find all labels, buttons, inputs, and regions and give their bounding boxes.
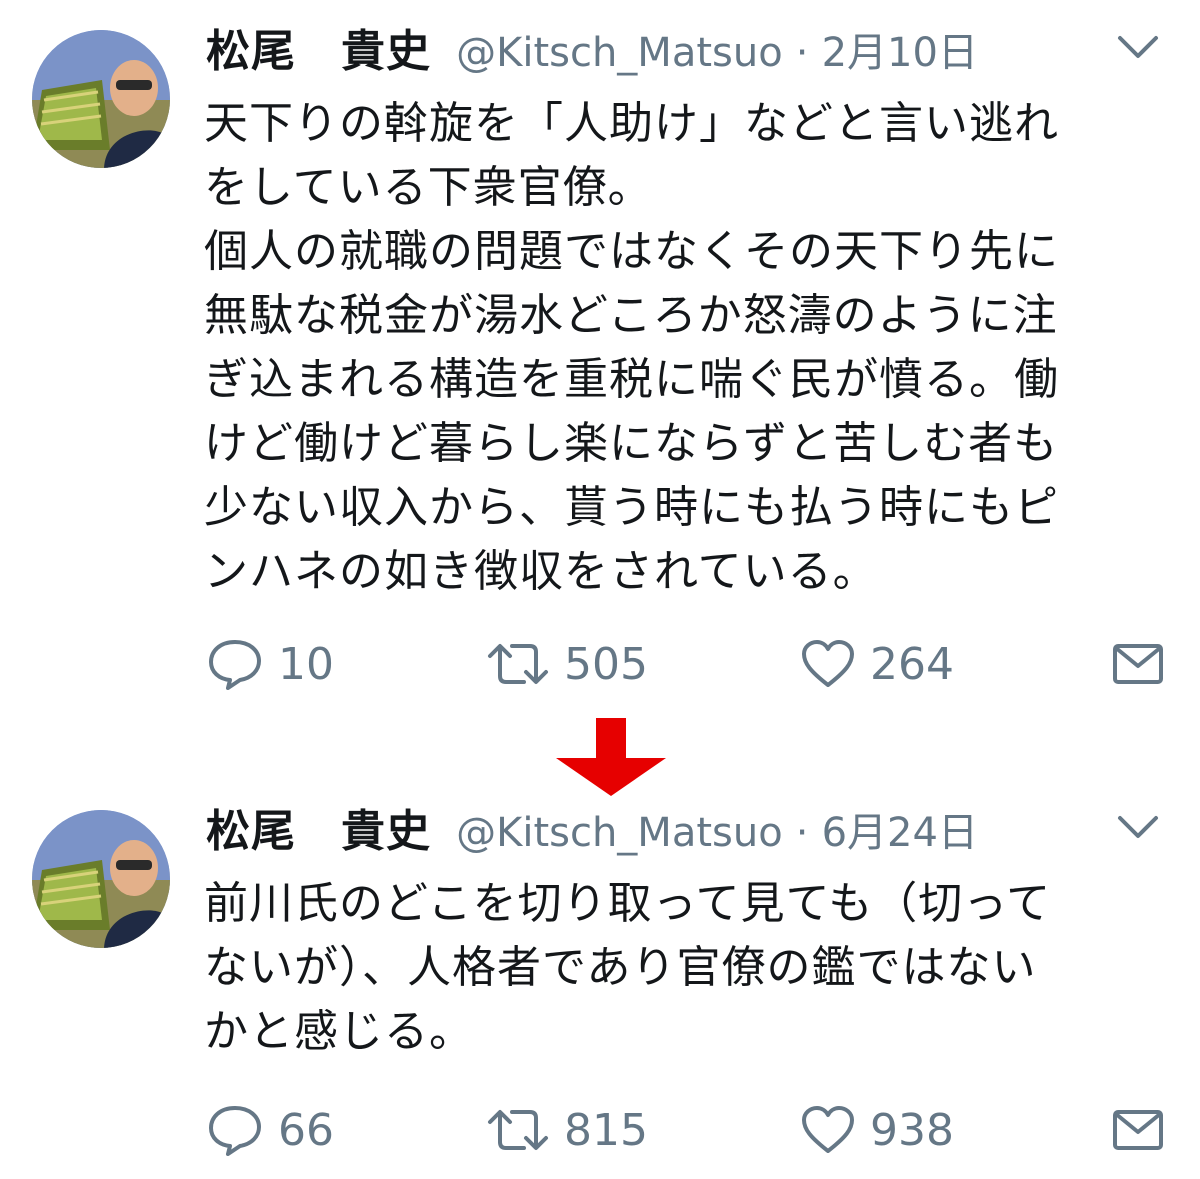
like-count: 938	[870, 1104, 954, 1156]
like-button[interactable]: 938	[800, 1100, 954, 1160]
tweet-text-line: かと感じる。	[204, 1006, 474, 1057]
tweet-actions: 10 505 264	[0, 634, 1200, 694]
direct-message-button[interactable]	[1112, 634, 1164, 694]
tweet-text-line: 無駄な税金が湯水どころか怒濤のように注	[204, 290, 1058, 341]
speech-bubble-icon	[209, 1106, 261, 1156]
retweet-button[interactable]: 505	[486, 634, 648, 694]
tweet-text-line: 少ない収入から、貰う時にも払う時にもピ	[204, 482, 1059, 533]
retweet-count: 505	[564, 638, 648, 690]
reply-count: 66	[278, 1104, 334, 1156]
reply-button[interactable]: 66	[206, 1100, 334, 1160]
chevron-down-icon[interactable]	[1116, 814, 1160, 842]
tweet-header: 松尾 貴史 @Kitsch_Matsuo · 6月24日	[206, 802, 978, 862]
direct-message-button[interactable]	[1112, 1100, 1164, 1160]
tweet-header: 松尾 貴史 @Kitsch_Matsuo · 2月10日	[206, 22, 978, 82]
username-handle[interactable]: @Kitsch_Matsuo	[456, 30, 783, 76]
heart-icon	[802, 640, 854, 687]
tweet-date[interactable]: 2月10日	[822, 30, 978, 76]
display-name[interactable]: 松尾 貴史	[206, 26, 431, 77]
tweet-text-line: 前川氏のどこを切り取って見ても（切って	[204, 878, 1052, 929]
down-arrow-icon	[556, 718, 666, 796]
like-button[interactable]: 264	[800, 634, 954, 694]
display-name[interactable]: 松尾 貴史	[206, 806, 431, 857]
tweet-text-line: けど働けど暮らし楽にならずと苦しむ者も	[204, 418, 1059, 469]
tweet-text-line: ないが）、人格者であり官僚の鑑ではない	[204, 942, 1037, 993]
username-handle[interactable]: @Kitsch_Matsuo	[456, 810, 783, 856]
tweet-text: 前川氏のどこを切り取って見ても（切って ないが）、人格者であり官僚の鑑ではない …	[204, 872, 1164, 1064]
like-count: 264	[870, 638, 954, 690]
tweet-text-line: ぎ込まれる構造を重税に喘ぐ民が憤る。働	[204, 354, 1059, 405]
tweet-text: 天下りの斡旋を「人助け」などと言い逃れ をしている下衆官僚。 個人の就職の問題で…	[204, 92, 1164, 604]
retweet-button[interactable]: 815	[486, 1100, 648, 1160]
retweet-count: 815	[564, 1104, 648, 1156]
avatar[interactable]	[32, 30, 170, 168]
tweet-actions: 66 815 938	[0, 1100, 1200, 1160]
retweet-arrows-icon	[488, 1110, 548, 1150]
tweet-text-line: 個人の就職の問題ではなくその天下り先に	[204, 226, 1059, 277]
reply-count: 10	[278, 638, 334, 690]
chevron-down-icon[interactable]	[1116, 34, 1160, 62]
speech-bubble-icon	[209, 640, 261, 690]
envelope-icon	[1113, 644, 1163, 684]
separator-dot: ·	[795, 30, 809, 76]
envelope-icon	[1113, 1110, 1163, 1150]
tweet-text-line: ンハネの如き徴収をされている。	[204, 546, 878, 597]
reply-button[interactable]: 10	[206, 634, 334, 694]
tweet-text-line: 天下りの斡旋を「人助け」などと言い逃れ	[204, 98, 1059, 149]
retweet-arrows-icon	[488, 644, 548, 684]
heart-icon	[802, 1106, 854, 1153]
tweet-text-line: をしている下衆官僚。	[204, 162, 653, 213]
tweet-date[interactable]: 6月24日	[822, 810, 978, 856]
avatar[interactable]	[32, 810, 170, 948]
separator-dot: ·	[795, 810, 809, 856]
